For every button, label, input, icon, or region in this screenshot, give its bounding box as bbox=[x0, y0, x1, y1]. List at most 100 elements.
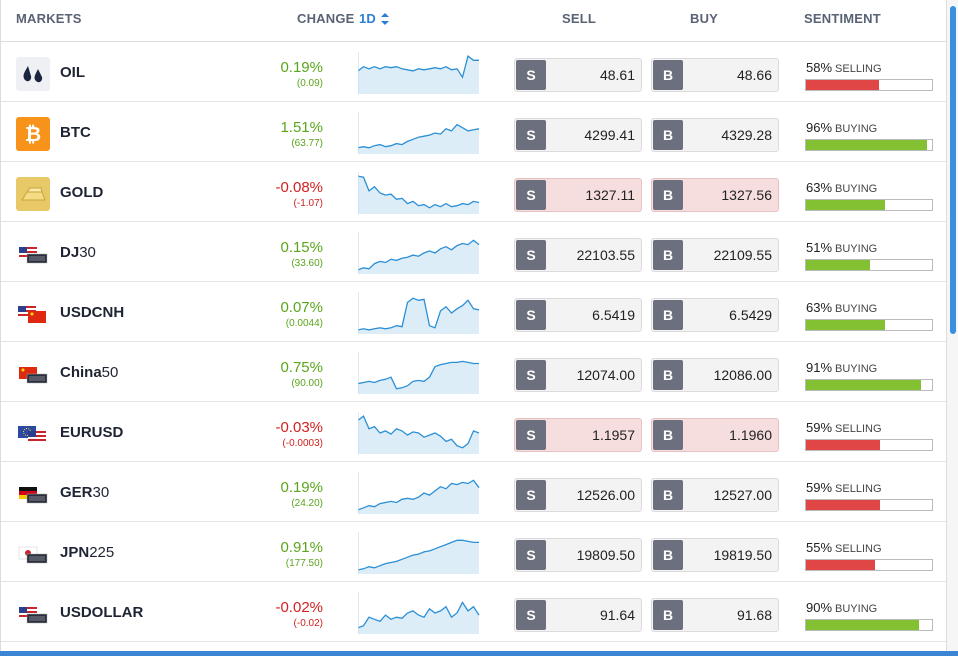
sort-arrows-icon[interactable] bbox=[380, 12, 390, 26]
sell-price: 1.1957 bbox=[592, 427, 635, 443]
market-row[interactable]: GER30 0.19% (24.20) S 12526.00 B 12527.0… bbox=[1, 462, 946, 522]
buy-button[interactable]: B 1327.56 bbox=[651, 178, 779, 212]
sparkline-area bbox=[358, 602, 479, 634]
sentiment-label: 90% BUYING bbox=[806, 600, 878, 615]
buy-tag: B bbox=[653, 180, 683, 210]
change-percent: 0.19% bbox=[280, 59, 323, 76]
market-name[interactable]: OIL bbox=[60, 64, 85, 81]
sparkline-chart bbox=[358, 292, 480, 334]
buy-button[interactable]: B 4329.28 bbox=[651, 118, 779, 152]
sparkline-chart bbox=[358, 352, 479, 394]
market-row[interactable]: ₿ BTC 1.51% (63.77) S 4299.41 B 4329.28 … bbox=[1, 102, 946, 162]
buy-price: 48.66 bbox=[736, 67, 772, 83]
change-absolute: (90.00) bbox=[291, 378, 323, 389]
markets-column-header[interactable]: MARKETS bbox=[16, 11, 82, 26]
market-row[interactable]: EURUSD -0.03% (-0.0003) S 1.1957 B 1.196… bbox=[1, 402, 946, 462]
buy-button[interactable]: B 12527.00 bbox=[651, 478, 779, 512]
market-name[interactable]: USDCNH bbox=[60, 304, 124, 321]
sparkline-chart bbox=[358, 412, 480, 454]
market-row[interactable]: DJ30 0.15% (33.60) S 22103.55 B 22109.55… bbox=[1, 222, 946, 282]
market-name[interactable]: BTC bbox=[60, 124, 91, 141]
svg-text:₿: ₿ bbox=[25, 122, 41, 146]
market-name[interactable]: DJ30 bbox=[60, 244, 96, 261]
sparkline-chart bbox=[358, 232, 480, 274]
market-row[interactable]: JPN225 0.91% (177.50) S 19809.50 B 19819… bbox=[1, 522, 946, 582]
period-selector[interactable]: 1D bbox=[359, 11, 376, 26]
sparkline-chart bbox=[358, 52, 479, 94]
market-name[interactable]: GOLD bbox=[60, 184, 103, 201]
sell-price: 4299.41 bbox=[584, 127, 635, 143]
gold-bar-icon bbox=[16, 177, 50, 211]
sell-button[interactable]: S 1327.11 bbox=[514, 178, 642, 212]
change-absolute: (24.20) bbox=[291, 498, 323, 509]
sentiment-label: 63% BUYING bbox=[806, 180, 878, 195]
buy-tag: B bbox=[653, 480, 683, 510]
market-name[interactable]: China50 bbox=[60, 364, 118, 381]
buy-button[interactable]: B 91.68 bbox=[651, 598, 779, 632]
change-absolute: (33.60) bbox=[291, 258, 323, 269]
sentiment-bar bbox=[805, 319, 933, 331]
sell-tag: S bbox=[516, 300, 546, 330]
sell-price: 48.61 bbox=[599, 67, 635, 83]
buy-price: 12527.00 bbox=[713, 487, 772, 503]
us-dollar-flag-icon bbox=[19, 607, 48, 624]
sentiment-bar-fill bbox=[806, 140, 927, 150]
sell-price: 12074.00 bbox=[576, 367, 635, 383]
sentiment-bar-fill bbox=[806, 560, 876, 570]
market-name[interactable]: JPN225 bbox=[60, 544, 114, 561]
buy-tag: B bbox=[653, 60, 683, 90]
sell-button[interactable]: S 12526.00 bbox=[514, 478, 642, 512]
buy-button[interactable]: B 1.1960 bbox=[651, 418, 779, 452]
sell-tag: S bbox=[516, 540, 546, 570]
buy-button[interactable]: B 48.66 bbox=[651, 58, 779, 92]
sell-button[interactable]: S 22103.55 bbox=[514, 238, 642, 272]
sell-price: 91.64 bbox=[599, 607, 635, 623]
bitcoin-icon: ₿ bbox=[16, 117, 50, 151]
sell-button[interactable]: S 19809.50 bbox=[514, 538, 642, 572]
sell-button[interactable]: S 12074.00 bbox=[514, 358, 642, 392]
sentiment-bar bbox=[805, 559, 933, 571]
buy-button[interactable]: B 6.5429 bbox=[651, 298, 779, 332]
change-percent: 1.51% bbox=[280, 119, 323, 136]
market-name[interactable]: EURUSD bbox=[60, 424, 123, 441]
sell-tag: S bbox=[516, 120, 546, 150]
sentiment-bar-fill bbox=[806, 380, 921, 390]
buy-button[interactable]: B 12086.00 bbox=[651, 358, 779, 392]
sentiment-bar-fill bbox=[806, 260, 871, 270]
market-row[interactable]: GOLD -0.08% (-1.07) S 1327.11 B 1327.56 … bbox=[1, 162, 946, 222]
change-absolute: (0.0044) bbox=[285, 318, 323, 329]
bottom-accent-bar bbox=[0, 651, 958, 656]
scrollbar-thumb[interactable] bbox=[950, 6, 956, 334]
change-column-header[interactable]: CHANGE bbox=[297, 11, 355, 26]
sentiment-bar bbox=[805, 259, 933, 271]
buy-tag: B bbox=[653, 360, 683, 390]
sentiment-label: 91% BUYING bbox=[806, 360, 878, 375]
sell-tag: S bbox=[516, 60, 546, 90]
buy-tag: B bbox=[653, 420, 683, 450]
buy-tag: B bbox=[653, 120, 683, 150]
market-row[interactable]: China50 0.75% (90.00) S 12074.00 B 12086… bbox=[1, 342, 946, 402]
buy-button[interactable]: B 19819.50 bbox=[651, 538, 779, 572]
change-absolute: (-1.07) bbox=[293, 198, 323, 209]
sell-button[interactable]: S 48.61 bbox=[514, 58, 642, 92]
buy-price: 12086.00 bbox=[713, 367, 772, 383]
sell-column-header: SELL bbox=[562, 11, 597, 26]
change-absolute: (63.77) bbox=[291, 138, 323, 149]
sell-button[interactable]: S 4299.41 bbox=[514, 118, 642, 152]
market-name[interactable]: GER30 bbox=[60, 484, 109, 501]
sell-button[interactable]: S 1.1957 bbox=[514, 418, 642, 452]
sparkline-area bbox=[358, 361, 479, 394]
market-row[interactable]: USDOLLAR -0.02% (-0.02) S 91.64 B 91.68 … bbox=[1, 582, 946, 642]
buy-button[interactable]: B 22109.55 bbox=[651, 238, 779, 272]
market-rows: OIL 0.19% (0.09) S 48.61 B 48.66 58% SELL… bbox=[1, 42, 946, 642]
change-percent: 0.19% bbox=[280, 479, 323, 496]
us-china-flag-icon bbox=[18, 306, 46, 323]
sentiment-bar-fill bbox=[806, 200, 886, 210]
market-row[interactable]: OIL 0.19% (0.09) S 48.61 B 48.66 58% SELL… bbox=[1, 42, 946, 102]
sell-button[interactable]: S 91.64 bbox=[514, 598, 642, 632]
market-name[interactable]: USDOLLAR bbox=[60, 604, 143, 621]
market-row[interactable]: USDCNH 0.07% (0.0044) S 6.5419 B 6.5429 … bbox=[1, 282, 946, 342]
sentiment-bar bbox=[805, 439, 933, 451]
sell-button[interactable]: S 6.5419 bbox=[514, 298, 642, 332]
sentiment-label: 96% BUYING bbox=[806, 120, 878, 135]
